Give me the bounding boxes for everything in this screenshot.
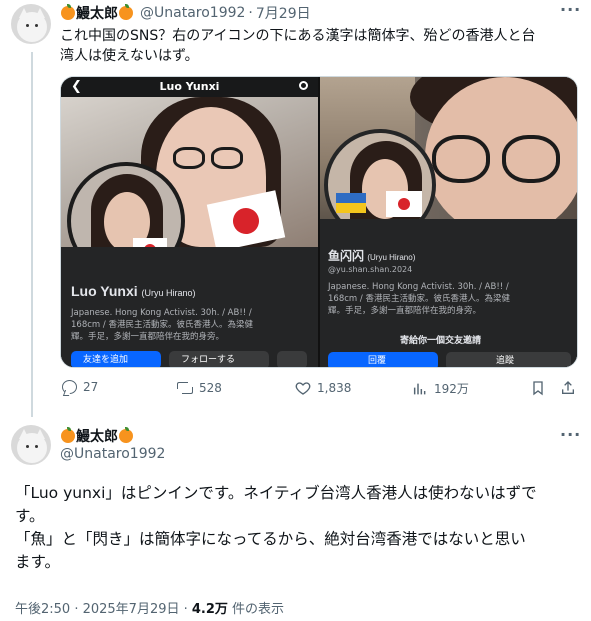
avatar[interactable]	[11, 4, 51, 44]
thread-line	[31, 52, 33, 417]
fb-top-bar: ❮ Luo Yunxi	[61, 77, 318, 97]
tweet-media[interactable]: ❮ Luo Yunxi Luo Yunxi (Uryu Hirano) Japa…	[60, 76, 578, 368]
tweet-meta: 午後2:50 · 2025年7月29日 · 4.2万 件の表示	[15, 598, 284, 617]
friend-request-text: 寄給你一個交友邀請	[400, 336, 482, 346]
add-friend-button: 友達を追加	[71, 351, 161, 367]
orange-emoji-icon	[61, 4, 75, 20]
tweet-header: 鰻太郎 @Unataro1992 · 7月29日	[60, 3, 311, 23]
tweet-header: 鰻太郎	[60, 426, 134, 446]
profile-name: 鱼闪闪 (Uryu Hirano)	[328, 249, 416, 263]
views-button[interactable]: 192万	[412, 380, 469, 397]
bookmark-icon	[530, 380, 546, 396]
like-button[interactable]: 1,838	[295, 380, 351, 396]
author-handle-row: @Unataro1992	[60, 446, 165, 462]
share-button[interactable]	[560, 380, 576, 396]
profile-bio: Japanese. Hong Kong Activist. 30h. / AB!…	[328, 282, 510, 316]
author-handle[interactable]: @Unataro1992	[60, 446, 165, 462]
avatar[interactable]	[11, 425, 51, 465]
orange-emoji-icon	[61, 427, 75, 443]
media-image-right[interactable]: 鱼闪闪 (Uryu Hirano) @yu.shan.shan.2024 Jap…	[320, 77, 577, 367]
author-name[interactable]: 鰻太郎	[76, 426, 118, 446]
search-icon	[299, 81, 308, 90]
profile-handle: @yu.shan.shan.2024	[328, 265, 413, 274]
share-icon	[560, 380, 576, 396]
profile-name: Luo Yunxi (Uryu Hirano)	[71, 283, 196, 299]
profile-bio: Japanese. Hong Kong Activist. 30h. / AB!…	[71, 308, 253, 342]
more-horizontal-icon[interactable]: ···	[560, 425, 581, 444]
views-label: 件の表示	[227, 602, 285, 617]
views-chart-icon	[412, 381, 428, 397]
reply-button[interactable]: 27	[62, 380, 98, 394]
orange-emoji-icon	[119, 427, 133, 443]
retweet-button[interactable]: 528	[177, 380, 222, 396]
follow-button: フォローする	[169, 351, 269, 367]
retweet-icon	[177, 380, 193, 396]
views-count: 192万	[434, 382, 469, 396]
tweet-actions: 27 528 1,838 192万	[60, 380, 578, 404]
author-name[interactable]: 鰻太郎	[76, 3, 118, 23]
bookmark-button[interactable]	[530, 380, 546, 396]
retweet-count: 528	[199, 381, 222, 395]
tweet-text: これ中国のSNS？右のアイコンの下にある漢字は簡体字、殆どの香港人と台 湾人は使…	[60, 28, 536, 64]
follow-button: 追蹤	[446, 352, 571, 367]
more-horizontal-icon[interactable]: ···	[560, 0, 581, 19]
tweet-date[interactable]: 7月29日	[256, 3, 311, 23]
views-count: 4.2万	[191, 602, 228, 617]
reply-icon	[62, 380, 77, 394]
more-options-button	[277, 351, 307, 367]
back-arrow-icon: ❮	[71, 79, 82, 94]
reply-button: 回覆	[328, 352, 438, 367]
reply-count: 27	[83, 380, 99, 394]
tweet-timestamp[interactable]: 午後2:50 · 2025年7月29日 ·	[15, 602, 192, 617]
like-count: 1,838	[317, 381, 352, 395]
author-handle[interactable]: @Unataro1992	[140, 5, 245, 21]
profile-body: Luo Yunxi (Uryu Hirano) Japanese. Hong K…	[61, 247, 318, 367]
heart-icon	[295, 380, 311, 396]
profile-body: 鱼闪闪 (Uryu Hirano) @yu.shan.shan.2024 Jap…	[320, 219, 577, 367]
tweet-text: 「Luo yunxi」はピンインです。ネイティブ台湾人香港人は使わないはずで す…	[15, 484, 537, 571]
orange-emoji-icon	[119, 4, 133, 20]
media-image-left[interactable]: ❮ Luo Yunxi Luo Yunxi (Uryu Hirano) Japa…	[61, 77, 318, 367]
